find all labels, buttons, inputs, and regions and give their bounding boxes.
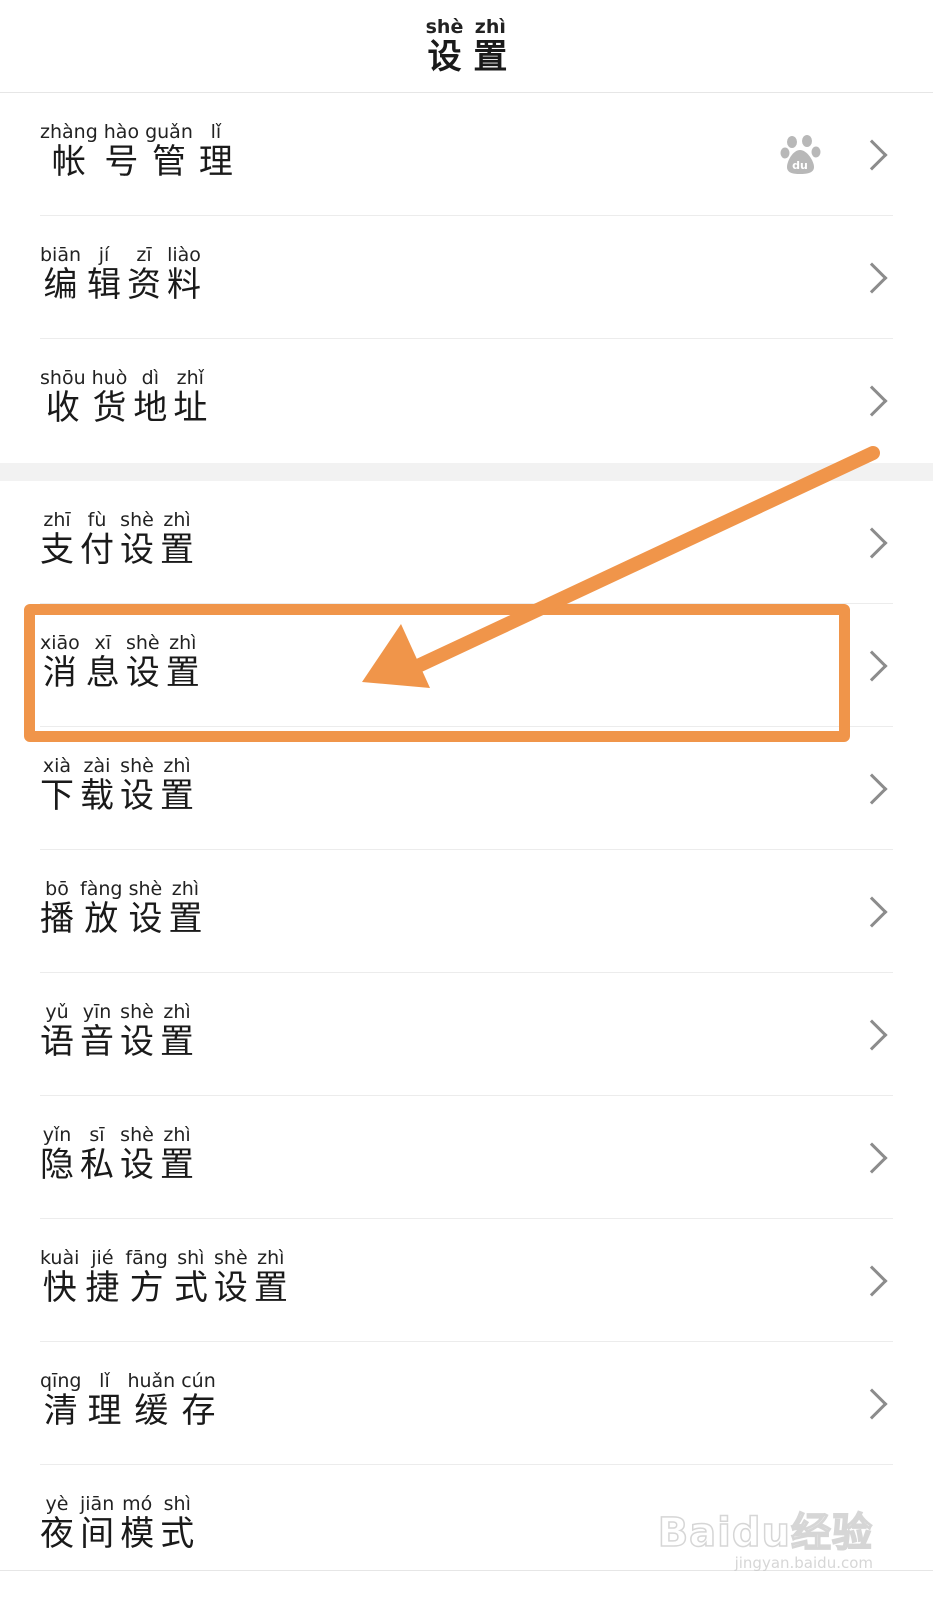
item-label: yǔ 语 yīn 音 shè 设 zhì 置 [40,1001,194,1062]
watermark-url: jingyan.baidu.com [734,1554,873,1572]
item-label: yè 夜 jiān 间 mó 模 shì 式 [40,1493,195,1554]
baidu-paw-icon: du [780,134,821,174]
item-label: biān 编 jí 辑 zī 资 liào 料 [40,244,202,305]
settings-item-shortcut-settings[interactable]: kuài 快 jié 捷 fāng 方 shì 式 shè 设 zhì 置 [0,1219,933,1342]
chevron-right-icon [856,772,888,805]
item-label: shōu 收 huò 货 dì 地 zhǐ 址 [40,367,208,428]
chevron-right-icon [856,1387,888,1420]
settings-item-account-management[interactable]: zhàng 帐 hào 号 guǎn 管 lǐ 理 du [0,93,933,216]
watermark-logo-text: Baidu经验 [657,1509,873,1557]
settings-item-message-settings[interactable]: xiāo 消 xī 息 shè 设 zhì 置 [0,604,933,727]
settings-item-clear-cache[interactable]: qīng 清 lǐ 理 huǎn 缓 cún 存 [0,1342,933,1465]
item-label: zhàng 帐 hào 号 guǎn 管 lǐ 理 [40,121,233,182]
item-label: yǐn 隐 sī 私 shè 设 zhì 置 [40,1124,194,1185]
settings-item-playback-settings[interactable]: bō 播 fàng 放 shè 设 zhì 置 [0,850,933,973]
chevron-right-icon [856,1141,888,1174]
settings-item-privacy-settings[interactable]: yǐn 隐 sī 私 shè 设 zhì 置 [0,1096,933,1219]
chevron-right-icon [856,384,888,417]
settings-item-payment-settings[interactable]: zhī 支 fù 付 shè 设 zhì 置 [0,481,933,604]
item-label: zhī 支 fù 付 shè 设 zhì 置 [40,509,194,570]
svg-text:du: du [792,159,808,172]
chevron-right-icon [856,895,888,928]
settings-item-download-settings[interactable]: xià 下 zài 载 shè 设 zhì 置 [0,727,933,850]
item-label: kuài 快 jié 捷 fāng 方 shì 式 shè 设 zhì 置 [40,1247,288,1308]
chevron-right-icon [856,138,888,171]
item-label: qīng 清 lǐ 理 huǎn 缓 cún 存 [40,1370,216,1431]
watermark: Baidu经验 jingyan.baidu.com [657,1500,873,1572]
item-label: xià 下 zài 载 shè 设 zhì 置 [40,755,194,816]
settings-item-edit-profile[interactable]: biān 编 jí 辑 zī 资 liào 料 [0,216,933,339]
chevron-right-icon [856,261,888,294]
section-separator [0,463,933,481]
page-title: shè 设 zhì 置 [425,16,508,77]
chevron-right-icon [856,1264,888,1297]
item-label: xiāo 消 xī 息 shè 设 zhì 置 [40,632,200,693]
chevron-right-icon [856,526,888,559]
item-label: bō 播 fàng 放 shè 设 zhì 置 [40,878,203,939]
settings-item-voice-settings[interactable]: yǔ 语 yīn 音 shè 设 zhì 置 [0,973,933,1096]
settings-item-shipping-address[interactable]: shōu 收 huò 货 dì 地 zhǐ 址 [0,339,933,462]
chevron-right-icon [856,1018,888,1051]
chevron-right-icon [856,649,888,682]
settings-header: shè 设 zhì 置 [0,0,933,93]
